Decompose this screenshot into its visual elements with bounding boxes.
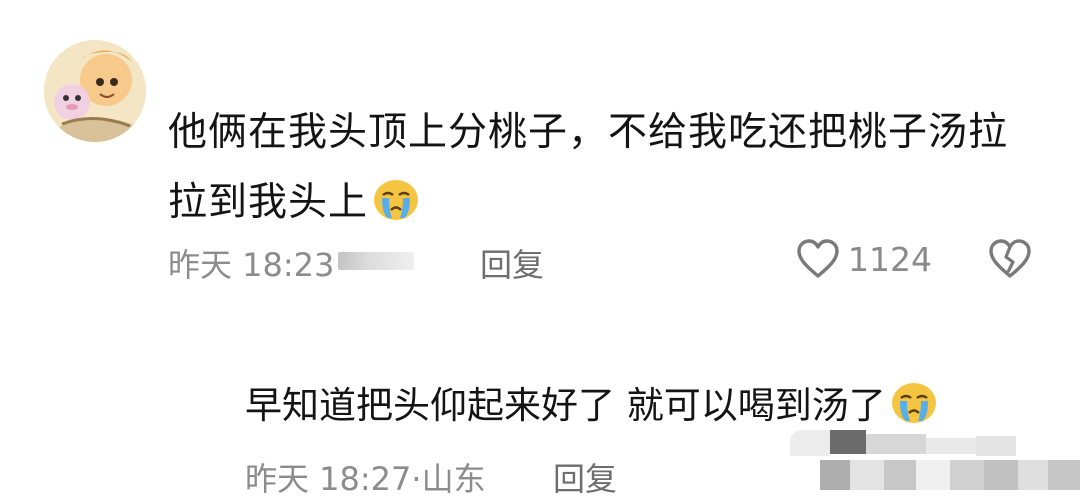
like-count: 1124 (848, 239, 932, 279)
dislike-button[interactable] (988, 238, 1032, 284)
mosaic-watermark (790, 430, 1080, 498)
reply-meta: 昨天 18:27·山东 (245, 454, 486, 498)
crying-face-icon (372, 175, 420, 220)
cartoon-avatar-icon (44, 40, 146, 142)
reply-reply-button[interactable]: 回复 (553, 454, 617, 498)
avatar[interactable] (44, 40, 146, 142)
crying-face-icon (890, 381, 938, 425)
comment-reply-button[interactable]: 回复 (480, 240, 544, 286)
blurred-location (338, 252, 415, 270)
heart-icon (797, 239, 839, 278)
comment-thread: 他俩在我头顶上分桃子，不给我吃还把桃子汤拉拉到我头上 昨天 18:23 回复 1… (0, 0, 1080, 498)
broken-heart-icon (989, 239, 1031, 278)
comment-meta: 昨天 18:23 (168, 240, 415, 286)
reply-timestamp: 昨天 18:27·山东 (245, 460, 486, 498)
comment-timestamp: 昨天 18:23 (168, 246, 335, 284)
like-button[interactable]: 1124 (796, 238, 932, 280)
comment-body: 他俩在我头顶上分桃子，不给我吃还把桃子汤拉拉到我头上 (168, 98, 1038, 238)
comment-text: 他俩在我头顶上分桃子，不给我吃还把桃子汤拉拉到我头上 (168, 110, 1009, 225)
reply-text: 早知道把头仰起来好了 就可以喝到汤了 (245, 384, 886, 427)
reply-body: 早知道把头仰起来好了 就可以喝到汤了 (245, 378, 1065, 434)
